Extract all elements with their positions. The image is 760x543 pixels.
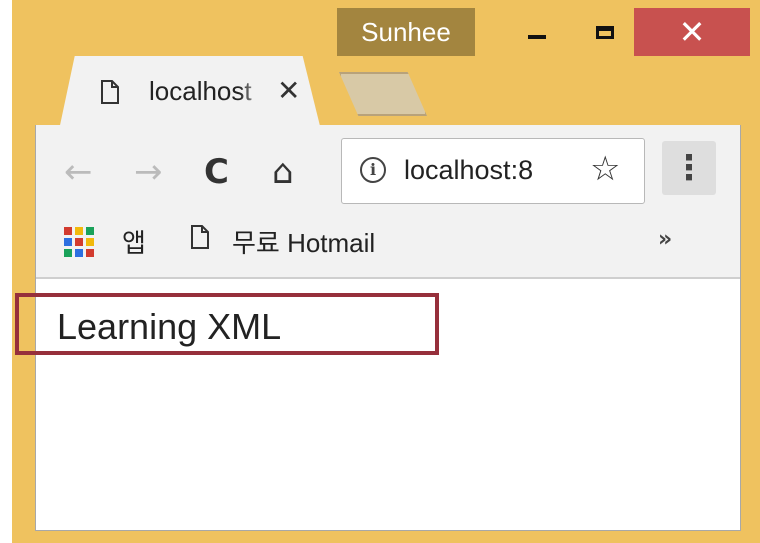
minimize-icon (528, 35, 546, 39)
file-icon (101, 80, 119, 104)
bookmarks-overflow-icon[interactable]: » (658, 227, 672, 252)
bookmark-apps[interactable]: 앱 (122, 223, 146, 260)
menu-button[interactable]: ⋮ (662, 141, 716, 195)
url-text[interactable]: localhost:8 (404, 155, 582, 186)
maximize-button[interactable] (580, 8, 630, 56)
toolbar: ← → C ⌂ i localhost:8 ☆ ⋮ 앱 무료 Hotmail » (36, 125, 740, 279)
reload-icon[interactable]: C (204, 152, 229, 192)
close-icon: ✕ (678, 13, 706, 51)
tab-title: localhost (149, 76, 252, 106)
close-window-button[interactable]: ✕ (634, 8, 750, 56)
info-icon[interactable]: i (360, 157, 386, 183)
new-tab-button[interactable] (339, 72, 427, 116)
address-bar[interactable]: i localhost:8 ☆ (341, 138, 645, 204)
forward-icon[interactable]: → (134, 152, 163, 192)
bookmark-hotmail[interactable]: 무료 Hotmail (232, 223, 375, 260)
profile-button[interactable]: Sunhee (337, 8, 475, 56)
active-tab[interactable]: localhost ✕ (59, 56, 321, 130)
page-text: Learning XML (57, 306, 282, 347)
kebab-menu-icon: ⋮ (672, 149, 706, 187)
file-icon (191, 225, 209, 249)
back-icon[interactable]: ← (64, 152, 93, 192)
bookmark-star-icon[interactable]: ☆ (590, 149, 620, 189)
maximize-icon (596, 25, 614, 39)
home-icon[interactable]: ⌂ (272, 152, 294, 192)
minimize-button[interactable] (512, 8, 562, 56)
browser-window: Sunhee ✕ localhost ✕ ← → C ⌂ i localhost… (12, 0, 760, 543)
tab-close-icon[interactable]: ✕ (277, 74, 300, 107)
bookmarks-bar: 앱 무료 Hotmail » (36, 217, 740, 265)
browser-content: ← → C ⌂ i localhost:8 ☆ ⋮ 앱 무료 Hotmail »… (35, 125, 741, 531)
page-body: Learning XML (36, 279, 740, 529)
apps-grid-icon[interactable] (64, 227, 94, 257)
profile-name: Sunhee (361, 16, 451, 47)
